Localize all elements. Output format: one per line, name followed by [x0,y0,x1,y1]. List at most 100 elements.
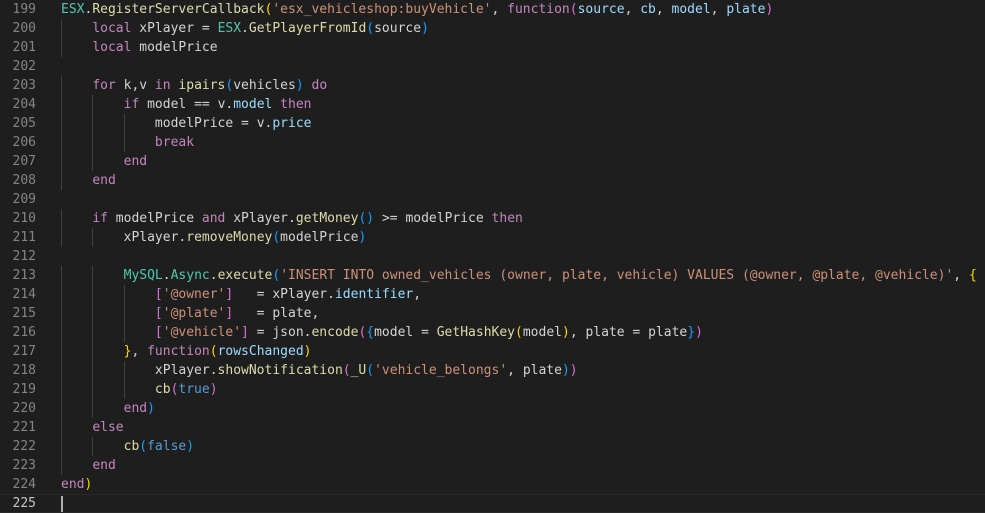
code-token: removeMoney [186,230,273,245]
code-line[interactable]: 224 end) [0,475,985,494]
code-token: { [968,268,977,283]
code-line[interactable]: 223 end [0,456,985,475]
code-token: source [374,21,422,36]
code-line[interactable]: 217 }, function(rowsChanged) [0,342,985,361]
code-token: end [123,401,148,416]
line-number: 205 [12,116,36,131]
code-token: xPlayer [123,230,179,245]
line-number: 199 [12,2,36,17]
code-token: ) [147,401,155,416]
code-token: local [92,21,140,36]
code-token: else [92,420,124,435]
code-token: [ [154,325,163,340]
code-token: model [374,325,414,340]
code-token: 'INSERT INTO owned_vehicles (owner, plat… [280,268,954,283]
code-token: = [233,287,273,302]
code-text: MySQL.Async.execute('INSERT INTO owned_v… [61,266,977,285]
line-number: 203 [12,78,36,93]
code-text: }, function(rowsChanged) [61,342,312,361]
code-token: rowsChanged [217,344,304,359]
code-token: , [624,2,641,17]
code-line[interactable]: 201 local modelPrice [0,38,985,57]
code-token: . [288,211,296,226]
code-line[interactable]: 220 end) [0,399,985,418]
line-number: 201 [12,40,36,55]
code-token: GetHashKey [436,325,516,340]
code-token: function [507,2,570,17]
code-token: false [147,439,187,454]
code-line[interactable]: 209 [0,190,985,209]
line-number: 218 [12,363,36,378]
code-token: () [358,211,375,226]
line-number: 207 [12,154,36,169]
code-line[interactable]: 215 ['@plate'] = plate, [0,304,985,323]
code-token: ) [421,21,429,36]
line-number: 210 [12,211,36,226]
code-token: cb [154,382,171,397]
code-token: Async [170,268,210,283]
line-number: 206 [12,135,36,150]
code-token: = [624,325,649,340]
code-token: v [139,78,148,93]
code-token: local [92,40,140,55]
code-line[interactable]: 210 if modelPrice and xPlayer.getMoney()… [0,209,985,228]
code-line[interactable]: 206 break [0,133,985,152]
code-token: ) [84,477,93,492]
line-number: 217 [12,344,36,359]
code-token: do [303,78,328,93]
code-token: end [61,477,85,492]
code-line[interactable]: 222 cb(false) [0,437,985,456]
line-number: 214 [12,287,36,302]
code-line[interactable]: 199 ESX.RegisterServerCallback('esx_vehic… [0,0,985,19]
code-line[interactable]: 211 xPlayer.removeMoney(modelPrice) [0,228,985,247]
code-token: vehicles [233,78,296,93]
code-line[interactable]: 213 MySQL.Async.execute('INSERT INTO own… [0,266,985,285]
code-token: model [147,97,187,112]
code-line[interactable]: 204 if model == v.model then [0,95,985,114]
code-line[interactable]: 218 xPlayer.showNotification(_U('vehicle… [0,361,985,380]
code-line[interactable]: 219 cb(true) [0,380,985,399]
code-line[interactable]: 200 local xPlayer = ESX.GetPlayerFromId(… [0,19,985,38]
code-text: cb(true) [61,380,218,399]
code-token: , [710,2,727,17]
code-token: ( [515,325,523,340]
code-line[interactable]: 221 else [0,418,985,437]
line-number: 212 [12,249,36,264]
code-token: '@vehicle' [162,325,242,340]
code-line[interactable]: 205 modelPrice = v.price [0,114,985,133]
code-text: end [61,456,115,475]
code-token: json [272,325,304,340]
code-token: cb [123,439,140,454]
code-token: ) [569,363,578,378]
code-token: encode [311,325,359,340]
code-token: model [233,97,273,112]
code-token: _U [350,363,367,378]
code-line[interactable]: 208 end [0,171,985,190]
line-number: 225 [12,496,36,511]
code-token: = [248,325,273,340]
code-line[interactable]: 216 ['@vehicle'] = json.encode({model = … [0,323,985,342]
code-token: ) [186,439,195,454]
line-number: 209 [12,192,36,207]
code-token: ) [295,78,304,93]
code-line[interactable]: 202 [0,57,985,76]
code-token: function [147,344,210,359]
code-line[interactable]: 225 [0,494,985,513]
code-token: . [162,268,171,283]
line-number: 221 [12,420,36,435]
code-text: end) [61,399,155,418]
code-token: , [507,363,523,378]
code-token: '@plate' [162,306,226,321]
code-editor[interactable]: 199 ESX. RegisterServerCallback ('esx_vehic… [0,0,985,513]
code-line[interactable]: 212 [0,247,985,266]
code-token: , [311,306,320,321]
line-number: 213 [12,268,36,283]
code-token: ESX [61,2,85,17]
code-line[interactable]: 203 for k,v in ipairs(vehicles) do [0,76,985,95]
code-token: ) [561,363,570,378]
code-line[interactable]: 207 end [0,152,985,171]
code-token: modelPrice [154,116,234,131]
code-line[interactable]: 214 ['@owner'] = xPlayer.identifier, [0,285,985,304]
code-text: else [61,418,124,437]
code-token: break [154,135,195,150]
